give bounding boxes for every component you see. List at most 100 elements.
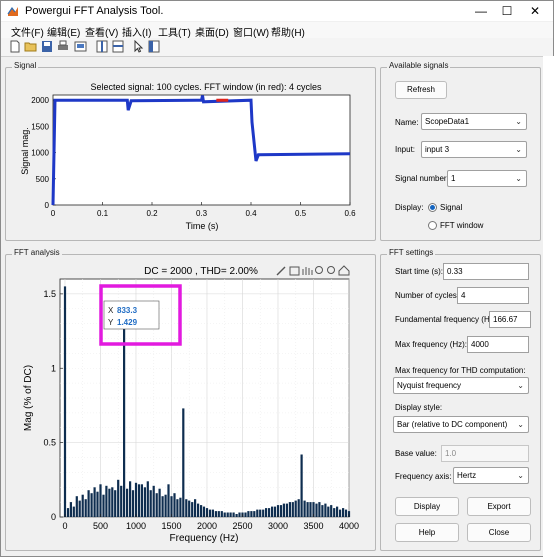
help-button[interactable]: Help [395,523,459,542]
fft-bar [273,506,277,517]
display-fft-window-label: FFT window [440,221,484,230]
datatip[interactable]: X 833.3 Y 1.429 [103,300,160,330]
thd-max-frequency-value: Nyquist frequency [397,381,462,390]
fft-bar [75,496,78,517]
open-folder-icon[interactable] [24,40,38,53]
fft-bar [303,500,306,517]
close-window-button[interactable]: ✕ [521,3,549,19]
cycles-field[interactable]: 4 [457,287,529,304]
fft-xtick-label: 4000 [339,521,359,531]
zoom-in-icon[interactable] [315,266,323,274]
fft-xtick-label: 1500 [161,521,181,531]
chevron-down-icon: ⌄ [515,174,522,183]
signal-number-dropdown[interactable]: 1 ⌄ [447,170,527,187]
pointer-icon[interactable] [131,40,145,53]
signal-xtick-label: 0.6 [344,209,356,218]
save-icon[interactable] [40,40,54,53]
display-fft-window-radio[interactable] [428,221,437,230]
fft-bar [321,505,324,517]
fft-bar [265,508,268,517]
tile-horizontal-icon[interactable] [111,40,125,53]
menu-edit[interactable]: 编辑(E) [47,24,80,39]
menu-help[interactable]: 帮助(H) [271,24,305,39]
axes-toolbar [276,265,350,276]
fft-bar [84,499,87,517]
print-icon[interactable] [56,40,70,53]
fft-bar [300,454,303,517]
datatip-x-label: X [108,306,114,315]
zoom-out-icon[interactable] [327,266,335,274]
base-value-field[interactable]: 1.0 [441,445,529,462]
fft-bar [134,482,138,517]
signal-xtick-label: 0.5 [295,209,307,218]
fft-xtick-label: 1000 [126,521,146,531]
fft-bar [143,487,146,518]
input-dropdown[interactable]: input 3 ⌄ [421,141,527,158]
display-button[interactable]: Display [395,497,459,516]
fft-analysis-window: Powergui FFT Analysis Tool. — ☐ ✕ 文件(F) … [0,0,554,558]
fft-bar [161,496,164,517]
home-icon[interactable] [338,265,350,276]
menu-tools[interactable]: 工具(T) [158,24,191,39]
fft-bar [327,506,330,517]
fft-bar [336,506,339,517]
fft-bar [271,506,274,517]
fft-bar [214,511,217,517]
print-preview-icon[interactable] [74,40,88,53]
menu-file[interactable]: 文件(F) [11,24,44,39]
signal-chart: Selected signal: 100 cycles. FFT window … [20,82,356,231]
fft-bar [90,493,93,517]
tile-vertical-icon[interactable] [95,40,109,53]
brush-icon[interactable] [276,266,286,276]
fft-bar [294,500,297,517]
pan-hand-icon[interactable] [302,267,313,275]
menu-window[interactable]: 窗口(W) [233,24,269,39]
fft-bar [69,502,72,517]
frequency-axis-label: Frequency axis: [395,472,452,481]
fft-bar [188,500,191,517]
menu-view[interactable]: 查看(V) [85,24,118,39]
refresh-button[interactable]: Refresh [395,81,447,99]
fft-xtick-label: 3500 [303,521,323,531]
property-inspector-icon[interactable] [147,40,161,53]
max-frequency-field[interactable]: 4000 [467,336,529,353]
signal-plot-area[interactable] [52,94,351,206]
signal-xtick-label: 0.4 [245,209,257,218]
datatip-tool-icon[interactable] [289,266,300,276]
input-dropdown-value: input 3 [425,145,450,154]
name-dropdown[interactable]: ScopeData1 ⌄ [421,113,527,130]
fft-xtick-label: 2000 [197,521,217,531]
maximize-button[interactable]: ☐ [493,3,521,19]
fft-bar [191,502,194,517]
matlab-app-icon [7,6,18,16]
menu-desktop[interactable]: 桌面(D) [195,24,229,39]
minimize-button[interactable]: — [467,3,495,19]
export-button[interactable]: Export [467,497,531,516]
signal-xtick-label: 0.2 [146,209,158,218]
signal-ytick-label: 2000 [31,96,49,105]
new-file-icon[interactable] [8,40,22,53]
cycles-label: Number of cycles: [395,291,460,300]
display-label: Display: [395,203,424,212]
thd-max-frequency-label: Max frequency for THD computation: [395,366,526,375]
fft-bar [262,509,265,517]
title-bar: Powergui FFT Analysis Tool. — ☐ ✕ [1,1,553,21]
close-button[interactable]: Close [467,523,531,542]
display-signal-radio[interactable] [428,203,437,212]
signal-xtick-label: 0.1 [97,209,109,218]
fft-bar [164,494,167,517]
thd-max-frequency-dropdown[interactable]: Nyquist frequency ⌄ [393,377,529,394]
frequency-axis-dropdown[interactable]: Hertz ⌄ [453,467,529,484]
start-time-label: Start time (s): [395,267,444,276]
menu-insert[interactable]: 插入(I) [122,24,151,39]
display-style-dropdown[interactable]: Bar (relative to DC component) ⌄ [393,416,529,433]
fundamental-frequency-field[interactable]: 166.67 [489,311,531,328]
fft-bar [339,509,342,517]
fft-bar [235,514,238,517]
input-label: Input: [395,145,416,154]
datatip-y-label: Y [108,318,114,327]
signal-ytick-label: 1000 [31,149,49,158]
signal-number-value: 1 [451,174,456,183]
start-time-field[interactable]: 0.33 [443,263,529,280]
chevron-down-icon: ⌄ [515,145,522,154]
